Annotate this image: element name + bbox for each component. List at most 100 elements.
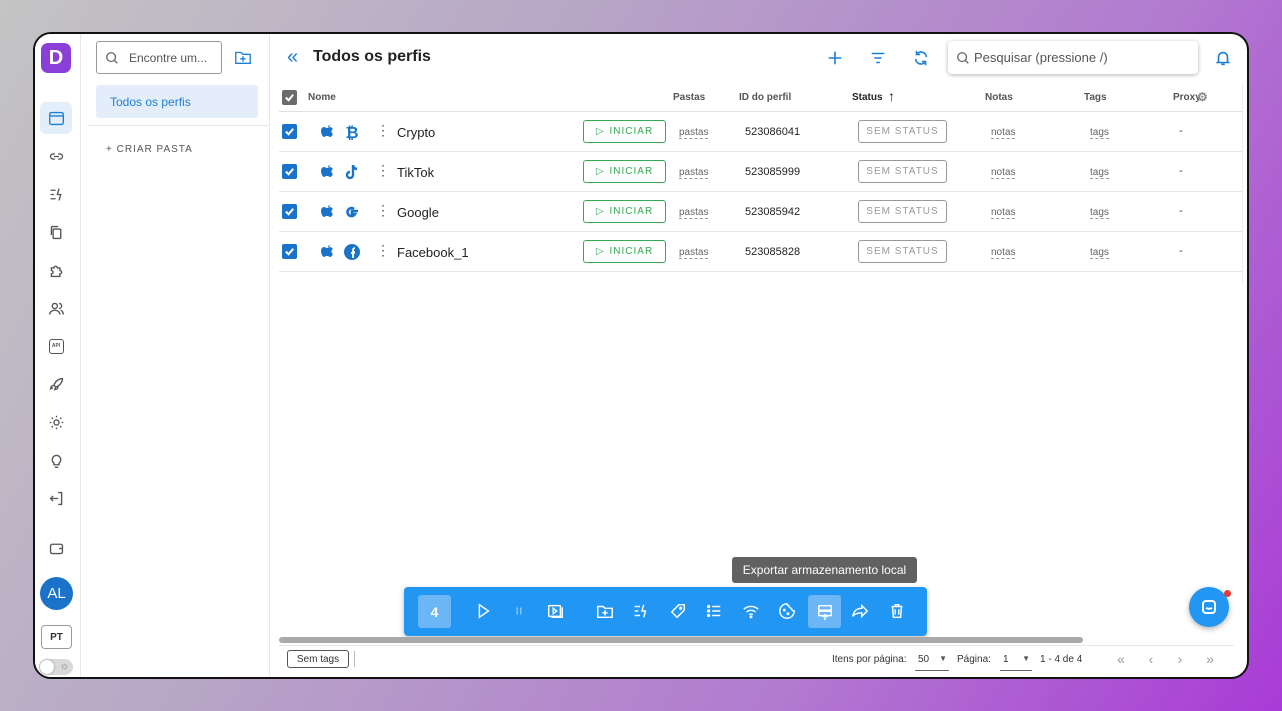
search-placeholder: Pesquisar (pressione /) xyxy=(974,50,1108,65)
automation-button[interactable] xyxy=(629,599,653,623)
gear-icon[interactable] xyxy=(40,406,72,438)
open-window-button[interactable] xyxy=(543,599,567,623)
table-row[interactable]: ⋮ TikTok ▷ INICIAR pastas 523085999 SEM S… xyxy=(279,152,1242,192)
table-row[interactable]: ₿ ⋮ Crypto ▷ INICIAR pastas 523086041 SEM… xyxy=(279,112,1242,152)
more-icon[interactable]: ⋮ xyxy=(376,163,390,177)
select-all-checkbox[interactable] xyxy=(282,90,297,105)
status-badge[interactable]: SEM STATUS xyxy=(858,160,947,183)
start-profile-button[interactable]: ▷ INICIAR xyxy=(583,120,666,143)
proxy-cell[interactable]: - xyxy=(1179,165,1183,177)
last-page-icon[interactable]: » xyxy=(1200,650,1220,668)
create-folder-button[interactable]: + CRIAR PASTA xyxy=(106,144,193,155)
status-badge[interactable]: SEM STATUS xyxy=(858,240,947,263)
profile-name[interactable]: Facebook_1 xyxy=(397,245,469,260)
check-icon xyxy=(285,94,294,102)
column-settings-icon[interactable]: ⚙ xyxy=(1197,90,1208,104)
copy-icon[interactable] xyxy=(40,216,72,248)
users-icon[interactable] xyxy=(40,292,72,324)
tags-cell[interactable]: tags xyxy=(1090,247,1109,259)
pause-selected-button[interactable] xyxy=(507,599,531,623)
tags-cell[interactable]: tags xyxy=(1090,207,1109,219)
prev-page-icon[interactable]: ‹ xyxy=(1141,650,1161,668)
proxy-button[interactable] xyxy=(739,599,763,623)
profile-name[interactable]: Crypto xyxy=(397,125,435,140)
first-page-icon[interactable]: « xyxy=(1111,650,1131,668)
row-checkbox[interactable] xyxy=(282,124,297,139)
status-list-button[interactable] xyxy=(702,599,726,623)
table-row[interactable]: ⋮ Facebook_1 ▷ INICIAR pastas 523085828 S… xyxy=(279,232,1242,272)
more-icon[interactable]: ⋮ xyxy=(376,243,390,257)
row-checkbox[interactable] xyxy=(282,244,297,259)
notes-cell[interactable]: notas xyxy=(991,167,1016,179)
lightbulb-icon[interactable] xyxy=(40,444,72,476)
start-selected-button[interactable] xyxy=(471,599,495,623)
cookies-button[interactable] xyxy=(775,599,799,623)
start-profile-button[interactable]: ▷ INICIAR xyxy=(583,200,666,223)
profile-name[interactable]: TikTok xyxy=(397,165,434,180)
tags-cell[interactable]: tags xyxy=(1090,127,1109,139)
column-header-notes[interactable]: Notas xyxy=(985,92,1013,103)
browser-window-icon[interactable] xyxy=(40,102,72,134)
horizontal-scrollbar[interactable] xyxy=(279,637,1083,643)
more-icon[interactable]: ⋮ xyxy=(376,123,390,137)
no-tags-button[interactable]: Sem tags xyxy=(287,650,349,668)
notes-cell[interactable]: notas xyxy=(991,247,1016,259)
profile-search-input[interactable]: Pesquisar (pressione /) xyxy=(948,41,1198,74)
row-checkbox[interactable] xyxy=(282,164,297,179)
folders-cell[interactable]: pastas xyxy=(679,247,709,259)
plus-icon xyxy=(828,51,842,65)
start-profile-button[interactable]: ▷ INICIAR xyxy=(583,240,666,263)
folder-search-input[interactable]: Encontre um... xyxy=(96,41,222,74)
proxy-cell[interactable]: - xyxy=(1179,205,1183,217)
column-header-status[interactable]: Status xyxy=(852,92,883,103)
folders-cell[interactable]: pastas xyxy=(679,127,709,139)
folders-cell[interactable]: pastas xyxy=(679,167,709,179)
move-to-folder-button[interactable] xyxy=(593,599,617,623)
api-icon[interactable]: API xyxy=(40,330,72,362)
column-header-profile-id[interactable]: ID do perfil xyxy=(739,92,791,103)
tag-button[interactable] xyxy=(666,599,690,623)
status-badge[interactable]: SEM STATUS xyxy=(858,200,947,223)
notes-cell[interactable]: notas xyxy=(991,207,1016,219)
link-icon[interactable] xyxy=(40,140,72,172)
column-header-tags[interactable]: Tags xyxy=(1084,92,1107,103)
arrow-up-icon[interactable]: ↑ xyxy=(888,88,895,104)
proxy-cell[interactable]: - xyxy=(1179,245,1183,257)
logout-icon[interactable] xyxy=(40,482,72,514)
add-profile-button[interactable] xyxy=(823,46,847,70)
status-badge[interactable]: SEM STATUS xyxy=(858,120,947,143)
folder-item-all-profiles[interactable]: Todos os perfis xyxy=(96,85,258,118)
column-header-folders[interactable]: Pastas xyxy=(673,92,705,103)
next-page-icon[interactable]: › xyxy=(1170,650,1190,668)
folders-cell[interactable]: pastas xyxy=(679,207,709,219)
profile-name[interactable]: Google xyxy=(397,205,439,220)
add-folder-icon[interactable] xyxy=(234,48,254,68)
support-chat-button[interactable] xyxy=(1189,587,1229,627)
app-logo[interactable]: D xyxy=(41,43,71,73)
notifications-button[interactable] xyxy=(1211,46,1235,70)
table-row[interactable]: ⋮ Google ▷ INICIAR pastas 523085942 SEM S… xyxy=(279,192,1242,232)
page-select[interactable]: 1 ▼ xyxy=(1000,651,1032,671)
share-button[interactable] xyxy=(848,599,872,623)
proxy-cell[interactable]: - xyxy=(1179,125,1183,137)
language-button[interactable]: PT xyxy=(41,625,72,649)
collapse-sidebar-icon[interactable]: « xyxy=(287,46,298,69)
cookie-icon xyxy=(779,603,795,619)
row-checkbox[interactable] xyxy=(282,204,297,219)
delete-button[interactable] xyxy=(885,599,909,623)
tags-cell[interactable]: tags xyxy=(1090,167,1109,179)
column-header-name[interactable]: Nome xyxy=(308,92,336,103)
export-local-storage-button[interactable] xyxy=(808,595,841,628)
avatar[interactable]: AL xyxy=(40,577,73,610)
items-per-page-select[interactable]: 50 ▼ xyxy=(915,651,949,671)
automation-icon[interactable] xyxy=(40,178,72,210)
refresh-button[interactable] xyxy=(909,46,933,70)
rocket-icon[interactable] xyxy=(40,368,72,400)
start-profile-button[interactable]: ▷ INICIAR xyxy=(583,160,666,183)
filter-button[interactable] xyxy=(866,46,890,70)
notes-cell[interactable]: notas xyxy=(991,127,1016,139)
puzzle-icon[interactable] xyxy=(40,254,72,286)
wallet-icon[interactable] xyxy=(40,532,72,564)
more-icon[interactable]: ⋮ xyxy=(376,203,390,217)
theme-toggle[interactable]: ☼ xyxy=(39,659,73,675)
